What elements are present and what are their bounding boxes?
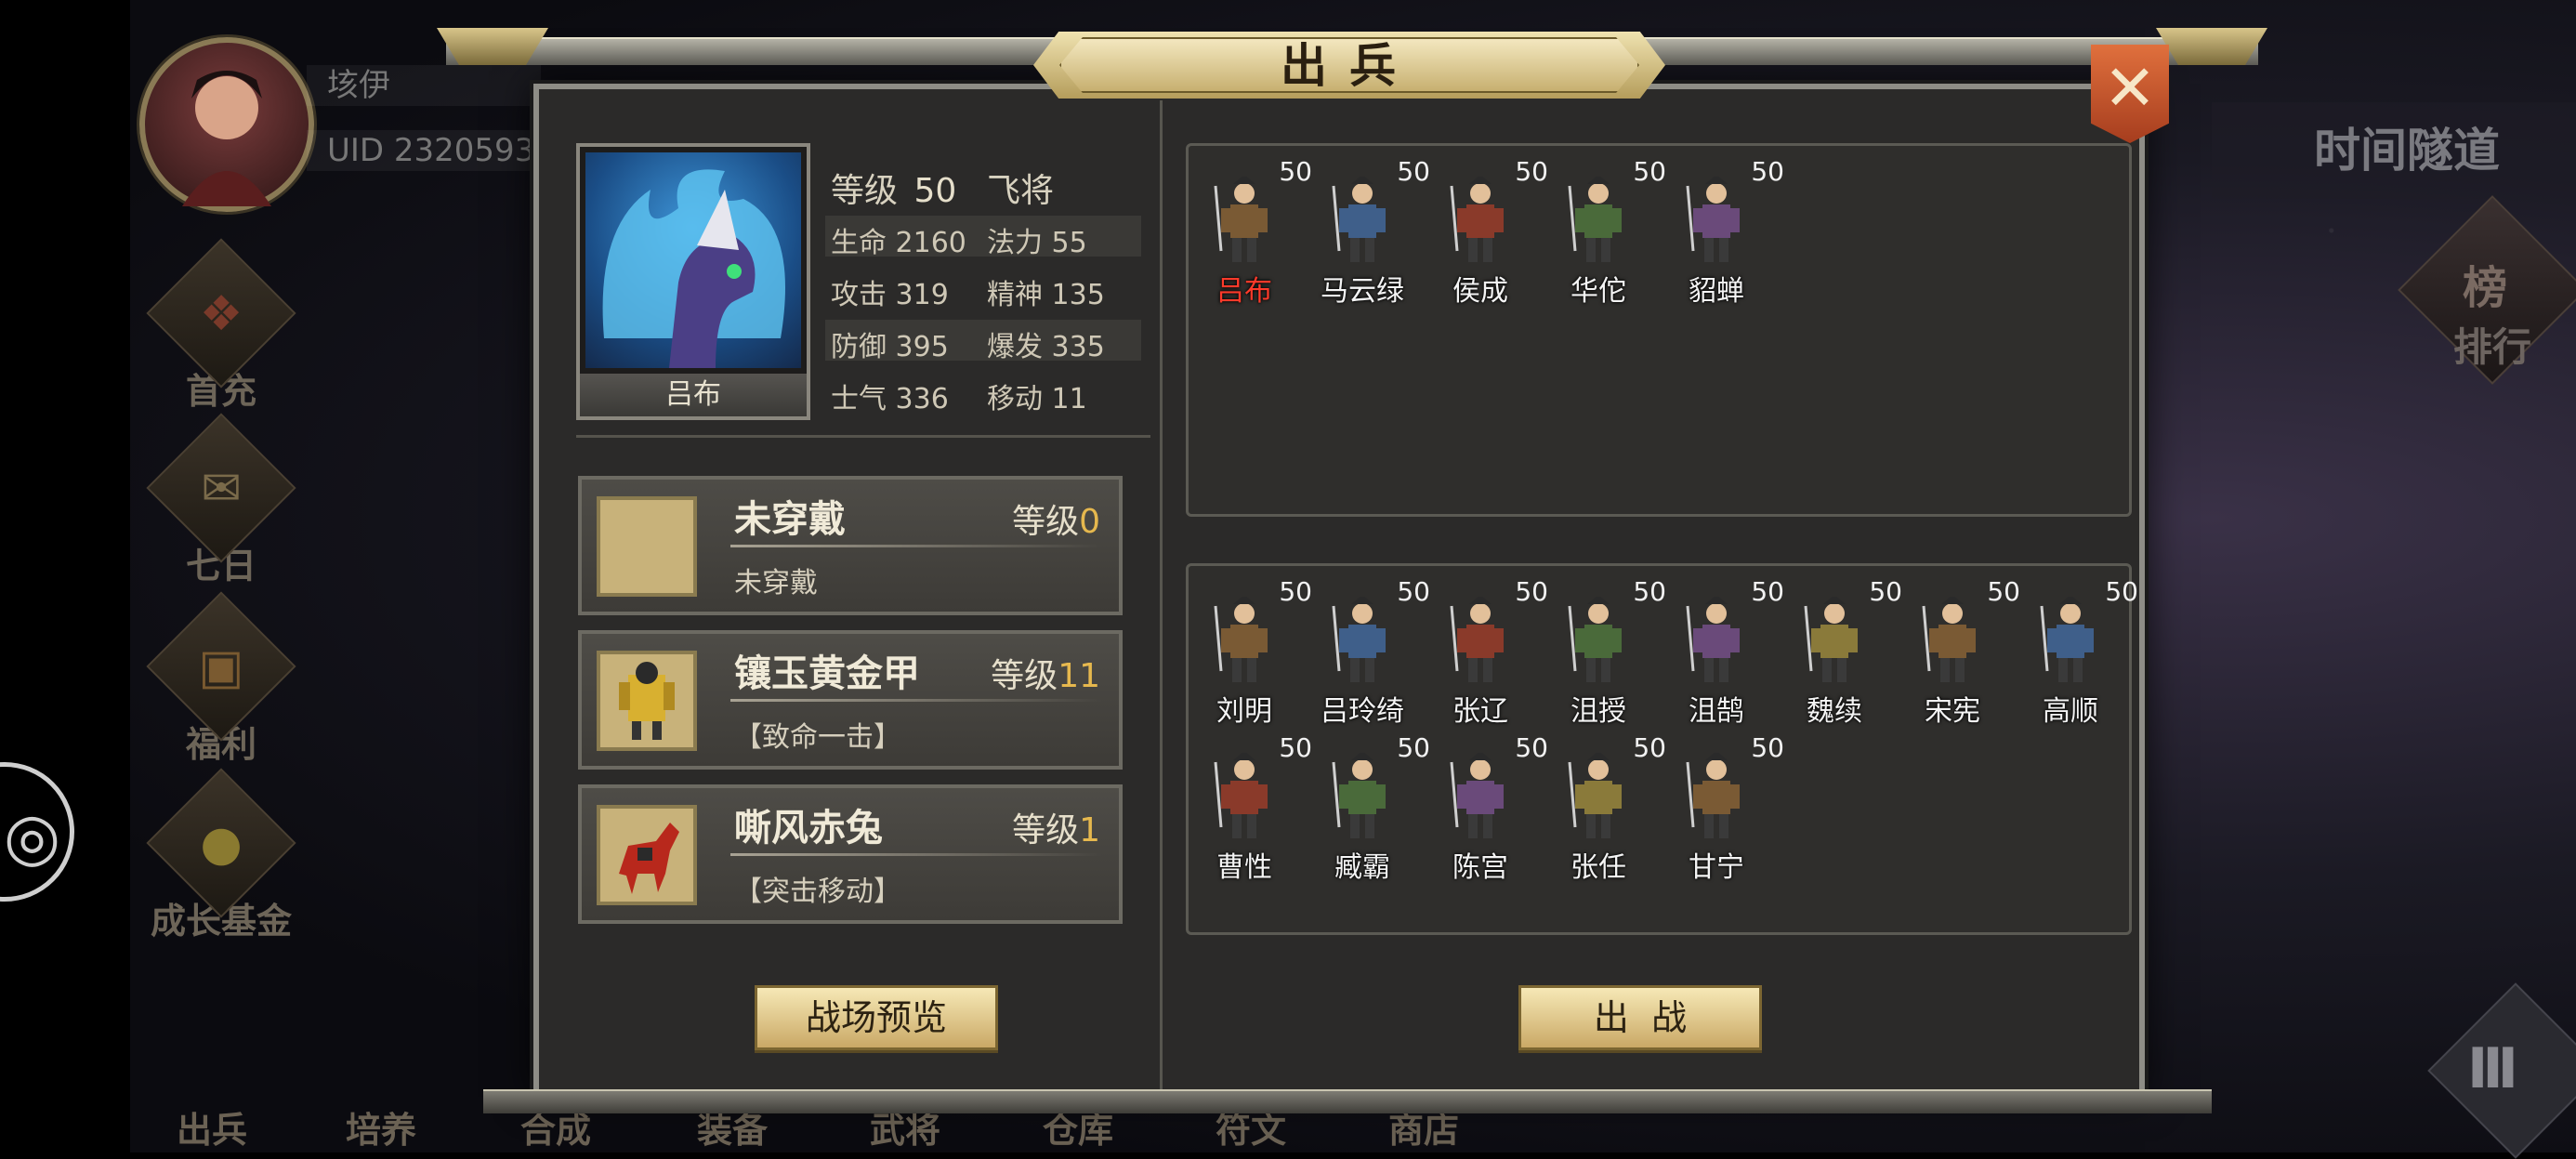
unit-card[interactable]: 50 吕玲绮 <box>1306 576 1430 728</box>
red-horse-icon <box>597 805 697 905</box>
unit-card[interactable]: 50 曹性 <box>1188 732 1312 884</box>
unit-level: 50 <box>1751 156 1784 187</box>
close-button[interactable]: ✕ <box>2091 45 2169 143</box>
stat-defense: 防御 395 <box>831 331 949 363</box>
hero-portrait[interactable]: 吕布 <box>576 143 810 420</box>
unit-card[interactable]: 50 沮授 <box>1542 576 1666 728</box>
dialog-title: 出兵 <box>1059 37 1639 93</box>
unit-sprite-icon <box>1568 753 1622 838</box>
ranking-label: 排行 <box>2453 324 2532 370</box>
unit-name: 曹性 <box>1216 851 1272 884</box>
unit-card[interactable]: 50 貂蝉 <box>1660 156 1784 308</box>
stat-move: 移动 11 <box>987 383 1087 415</box>
side-entry-first-recharge[interactable]: ❖ 首充 <box>138 238 305 414</box>
menu-icon: III <box>2467 1036 2518 1101</box>
player-uid: UID 2320593 <box>307 130 569 171</box>
unit-name: 魏续 <box>1807 695 1862 728</box>
empty-slot-icon <box>597 496 697 597</box>
hero-image <box>585 152 801 368</box>
hero-class: 飞将 <box>987 172 1055 210</box>
hero-portrait-name: 吕布 <box>580 374 807 416</box>
battlefield-preview-button[interactable]: 战场预览 <box>755 985 998 1050</box>
unit-name: 吕布 <box>1216 275 1272 308</box>
unit-card[interactable]: 50 沮鹄 <box>1660 576 1784 728</box>
nav-deploy[interactable]: 出兵 <box>177 1101 247 1152</box>
unit-name: 刘明 <box>1216 695 1272 728</box>
dialog-bottom-rail <box>483 1089 2212 1113</box>
equipment-slot-weapon[interactable]: 未穿戴 未穿戴 等级0 <box>578 476 1123 615</box>
unit-sprite-icon <box>2040 597 2094 682</box>
unit-sprite-icon <box>1332 753 1386 838</box>
unit-card[interactable]: 50 张辽 <box>1424 576 1548 728</box>
unit-card[interactable]: 50 侯成 <box>1424 156 1548 308</box>
unit-sprite-icon <box>1450 177 1504 262</box>
stat-hp: 生命 2160 <box>831 227 966 259</box>
unit-name: 高顺 <box>2043 695 2098 728</box>
unit-card[interactable]: 50 吕布 <box>1188 156 1312 308</box>
unit-level: 50 <box>1751 732 1784 763</box>
unit-name: 马云绿 <box>1321 275 1404 308</box>
unit-sprite-icon <box>1332 597 1386 682</box>
close-icon: ✕ <box>2103 52 2157 125</box>
unit-card[interactable]: 50 张任 <box>1542 732 1666 884</box>
side-entry-seven-day[interactable]: ✉ 七日 <box>138 413 305 588</box>
start-battle-button[interactable]: 出 战 <box>1518 985 1762 1050</box>
stat-morale: 士气 336 <box>831 383 949 415</box>
unit-name: 华佗 <box>1571 275 1626 308</box>
unit-name: 貂蝉 <box>1689 275 1744 308</box>
hero-info-separator <box>576 435 1150 438</box>
player-name: 垓伊 <box>307 65 541 106</box>
equipment-slot-horse[interactable]: 嘶风赤兔 【突击移动】 等级1 <box>578 784 1123 924</box>
player-avatar[interactable] <box>139 37 314 212</box>
unit-card[interactable]: 50 甘宁 <box>1660 732 1784 884</box>
unit-sprite-icon <box>1450 753 1504 838</box>
unit-name: 侯成 <box>1452 275 1508 308</box>
unit-sprite-icon <box>1568 177 1622 262</box>
unit-name: 臧霸 <box>1334 851 1390 884</box>
unit-name: 陈宫 <box>1452 851 1508 884</box>
unit-name: 吕玲绮 <box>1321 695 1404 728</box>
unit-card[interactable]: 50 臧霸 <box>1306 732 1430 884</box>
unit-sprite-icon <box>1922 597 1976 682</box>
unit-sprite-icon <box>1686 597 1740 682</box>
unit-sprite-icon <box>1214 597 1268 682</box>
unit-name: 宋宪 <box>1925 695 1980 728</box>
stat-spirit: 精神 135 <box>987 279 1105 311</box>
stat-attack: 攻击 319 <box>831 279 949 311</box>
unit-sprite-icon <box>1804 597 1858 682</box>
unit-sprite-icon <box>1332 177 1386 262</box>
unit-card[interactable]: 50 宋宪 <box>1896 576 2020 728</box>
unit-name: 沮鹄 <box>1689 695 1744 728</box>
hero-level: 等级 50 <box>831 172 957 210</box>
unit-sprite-icon <box>1686 753 1740 838</box>
ranking-glyph: 榜 <box>2463 262 2508 314</box>
floating-assistant-icon[interactable]: ◎ <box>0 762 74 902</box>
nav-train[interactable]: 培养 <box>346 1101 416 1152</box>
golden-armor-icon <box>597 651 697 751</box>
unit-card[interactable]: 50 马云绿 <box>1306 156 1430 308</box>
unit-card[interactable]: 50 魏续 <box>1778 576 1902 728</box>
unit-name: 甘宁 <box>1689 851 1744 884</box>
unit-sprite-icon <box>1568 597 1622 682</box>
unit-card[interactable]: 50 刘明 <box>1188 576 1312 728</box>
unit-name: 沮授 <box>1571 695 1626 728</box>
unit-card[interactable]: 50 陈宫 <box>1424 732 1548 884</box>
unit-card[interactable]: 50 华佗 <box>1542 156 1666 308</box>
dialog-divider <box>1160 100 1163 1089</box>
unit-sprite-icon <box>1214 177 1268 262</box>
unit-name: 张任 <box>1571 851 1626 884</box>
time-tunnel-button[interactable]: 时间隧道 <box>2212 102 2576 199</box>
unit-card[interactable]: 50 高顺 <box>2014 576 2138 728</box>
unit-sprite-icon <box>1686 177 1740 262</box>
side-entry-growth-fund[interactable]: ● 成长基金 <box>138 768 305 943</box>
unit-level: 50 <box>2105 576 2138 607</box>
unit-sprite-icon <box>1214 753 1268 838</box>
unit-name: 张辽 <box>1452 695 1508 728</box>
side-entry-welfare[interactable]: ▣ 福利 <box>138 591 305 767</box>
stat-burst: 爆发 335 <box>987 331 1105 363</box>
equipment-slot-armor[interactable]: 镶玉黄金甲 【致命一击】 等级11 <box>578 630 1123 770</box>
unit-sprite-icon <box>1450 597 1504 682</box>
stat-mp: 法力 55 <box>987 227 1087 259</box>
